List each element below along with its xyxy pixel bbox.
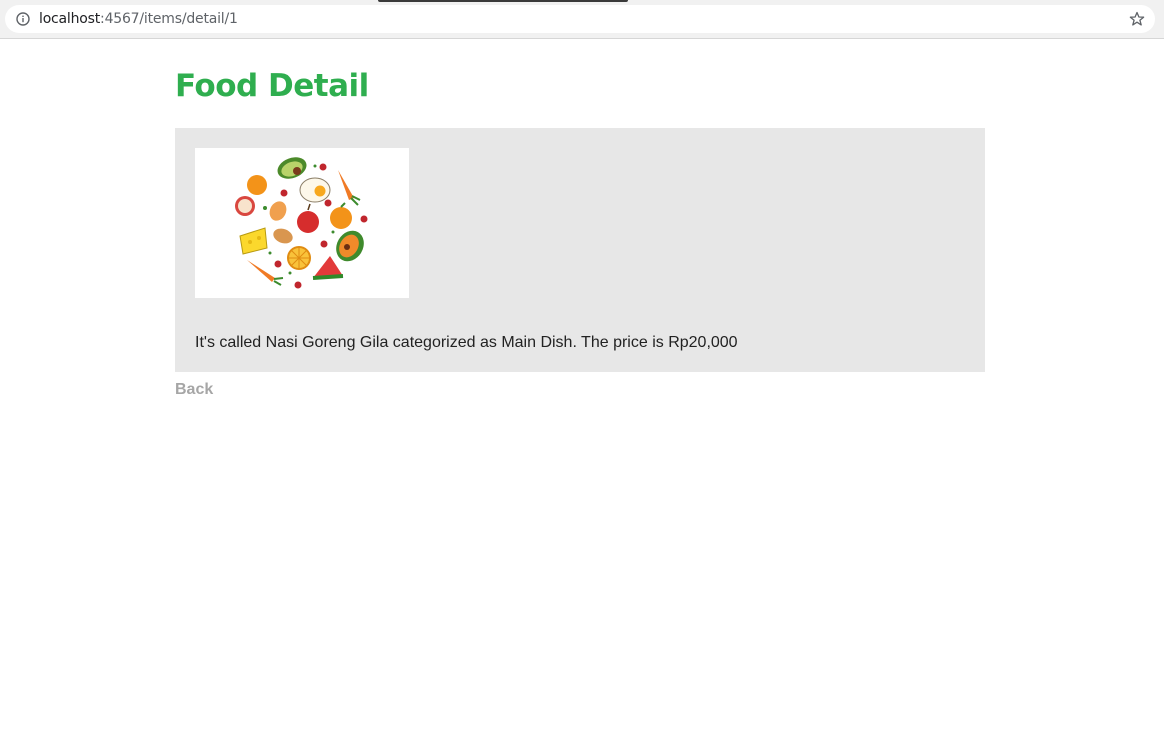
- item-description: It's called Nasi Goreng Gila categorized…: [195, 334, 738, 351]
- info-icon[interactable]: [16, 12, 30, 26]
- active-tab-indicator: [378, 0, 628, 2]
- detail-card: It's called Nasi Goreng Gila categorized…: [175, 128, 985, 372]
- browser-toolbar: localhost:4567/items/detail/1: [0, 0, 1164, 39]
- url-path: :4567/items/detail/1: [100, 11, 238, 27]
- address-bar[interactable]: localhost:4567/items/detail/1: [5, 5, 1155, 33]
- back-link[interactable]: Back: [175, 380, 213, 400]
- url-text[interactable]: localhost:4567/items/detail/1: [39, 11, 238, 27]
- url-host: localhost: [39, 11, 101, 27]
- food-image: [195, 148, 409, 298]
- page-title: Food Detail: [175, 68, 369, 104]
- star-icon[interactable]: [1129, 11, 1145, 27]
